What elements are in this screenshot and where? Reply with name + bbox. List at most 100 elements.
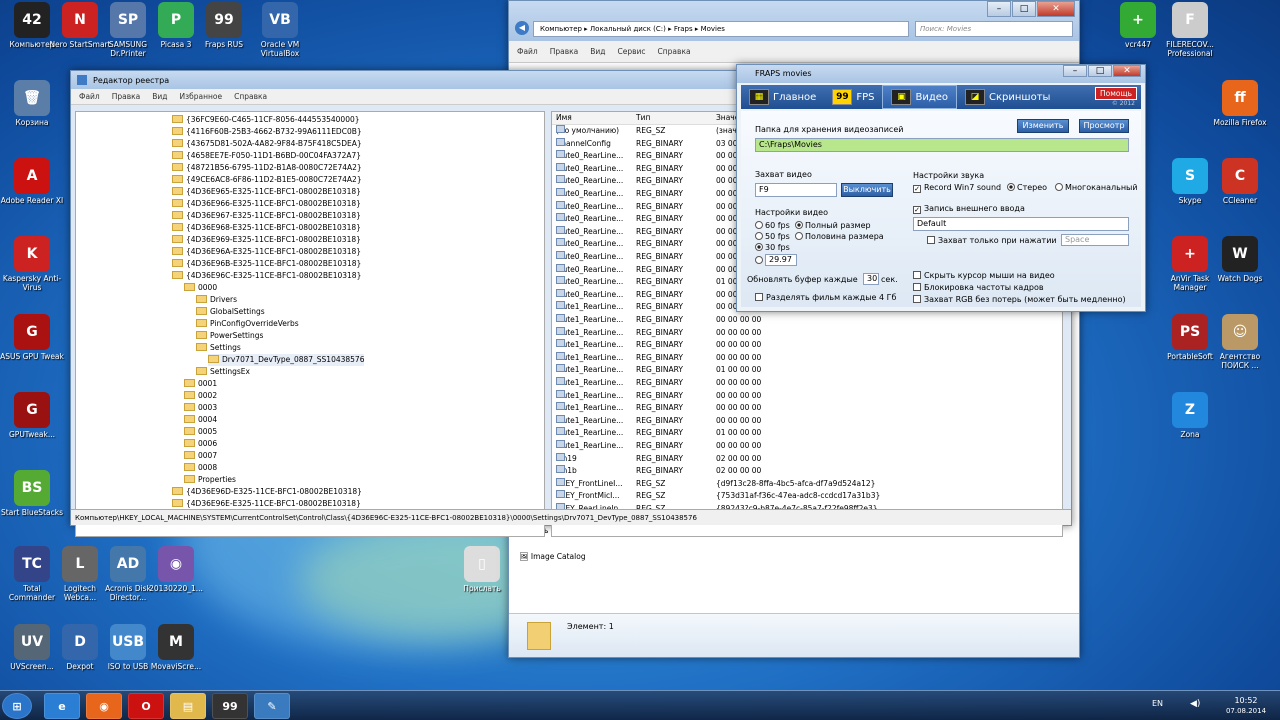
radio-full-size[interactable]: Полный размер [795,221,871,230]
tree-node[interactable]: 0001 [184,378,217,390]
tree-node[interactable]: {43675D81-502A-4A82-9F84-B75F418C5DEA} [172,138,362,150]
taskbar-button[interactable]: ▤ [170,693,206,719]
value-row[interactable]: Mute1_RearLine... REG_BINARY 00 00 00 00 [552,377,1062,390]
tree-node[interactable]: 0000 [184,282,217,294]
tree-node[interactable]: 0004 [184,414,217,426]
value-row[interactable]: Mute1_RearLine... REG_BINARY 00 00 00 00 [552,414,1062,428]
tree-node[interactable]: {4D36E96C-E325-11CE-BFC1-08002BE10318} [172,270,361,282]
value-row[interactable]: Pin19 REG_BINARY 02 00 00 00 [552,452,1062,466]
regedit-menu-item[interactable]: Справка [234,92,267,101]
regedit-menu-item[interactable]: Правка [112,92,141,101]
tree-node[interactable]: {49CE6AC8-6F86-11D2-B1E5-0080C72E74A2} [172,174,362,186]
taskbar-button[interactable]: e [44,693,80,719]
radio-multichannel[interactable]: Многоканальный [1055,183,1138,192]
value-row[interactable]: Mute1_RearLine... REG_BINARY 01 00 00 00 [552,427,1062,440]
desktop-icon-left-5[interactable]: VB Oracle VM VirtualBox [248,2,312,58]
value-row[interactable]: Mute1_RearLine... REG_BINARY 01 00 00 00 [552,364,1062,377]
radio-60fps[interactable]: 60 fps [755,221,790,230]
desktop-icon-left-4[interactable]: 99 Fraps RUS [192,2,256,49]
registry-tree[interactable]: {36FC9E60-C465-11CF-8056-444553540000} {4… [75,111,545,537]
tab-fps[interactable]: 99 FPS [824,85,882,109]
desktop-icon-right-1[interactable]: F FILERECOV... Professional [1158,2,1222,58]
tree-node[interactable]: {4D36E96D-E325-11CE-BFC1-08002BE10318} [172,486,362,498]
change-folder-button[interactable]: Изменить [1017,119,1069,133]
taskbar-button[interactable]: O [128,693,164,719]
value-row[interactable]: Mute1_RearLine... REG_BINARY 00 00 00 00 [552,314,1062,327]
desktop-icon-left-7[interactable]: A Adobe Reader XI [0,158,64,205]
hide-cursor-checkbox[interactable]: Скрыть курсор мыши на видео [913,271,1055,280]
tree-node[interactable]: {4D36E96B-E325-11CE-BFC1-08002BE10318} [172,258,361,270]
regedit-menu-item[interactable]: Вид [152,92,167,101]
value-row[interactable]: Mute1_RearLine... REG_BINARY 00 00 00 00 [552,326,1062,340]
tree-node[interactable]: Properties [184,474,236,486]
tree-node[interactable]: {4D36E968-E325-11CE-BFC1-08002BE10318} [172,222,361,234]
maximize-button[interactable]: □ [1012,1,1036,17]
value-row[interactable]: Mute1_RearLine... REG_BINARY 00 00 00 00 [552,402,1062,415]
tree-node[interactable]: 0006 [184,438,217,450]
tree-node[interactable]: {4D36E96A-E325-11CE-BFC1-08002BE10318} [172,246,361,258]
value-row[interactable]: Pin1b REG_BINARY 02 00 00 00 [552,465,1062,478]
explorer-search-input[interactable]: Поиск: Movies [915,21,1073,37]
tree-node[interactable]: 0007 [184,450,217,462]
radio-stereo[interactable]: Стерео [1007,183,1047,192]
tree-node[interactable]: Drv7071_DevType_0887_SS10438576 [208,354,365,366]
explorer-menu-item[interactable]: Файл [517,47,538,56]
custom-fps-field[interactable]: 29.97 [765,254,797,266]
desktop-icon-left-20[interactable]: ▯ Прислать [450,546,514,593]
view-folder-button[interactable]: Просмотр [1079,119,1129,133]
tree-node[interactable]: {4116F60B-25B3-4662-B732-99A6111EDC0B} [172,126,362,138]
help-button[interactable]: Помощь [1095,87,1137,100]
value-row[interactable]: Mute1_RearLine... REG_BINARY 00 00 00 00 [552,339,1062,352]
desktop-icon-left-8[interactable]: K Kaspersky Anti-Virus [0,236,64,292]
value-row[interactable]: PKEY_FrontMicI... REG_SZ {753d31af-f36c-47… [552,490,1062,503]
hotkey-field[interactable]: F9 [755,183,837,197]
tab-screenshots[interactable]: ◪ Скриншоты [957,85,1058,109]
tree-node[interactable]: GlobalSettings [196,306,265,318]
tree-node[interactable]: {36FC9E60-C465-11CF-8056-444553540000} [172,114,360,126]
buffer-field[interactable]: 30 [863,273,879,285]
tab-video[interactable]: ▣ Видео [882,85,958,109]
tree-node[interactable]: 0003 [184,402,217,414]
column-header-name[interactable]: Имя [556,112,572,125]
desktop-icon-right-4[interactable]: C CCleaner [1208,158,1272,205]
back-arrow-icon[interactable]: ◀ [515,21,529,35]
desktop-icon-right-6[interactable]: W Watch Dogs [1208,236,1272,283]
regedit-menu-item[interactable]: Избранное [180,92,223,101]
folder-path-field[interactable]: C:\Fraps\Movies [755,138,1129,152]
tree-node[interactable]: {4D36E966-E325-11CE-BFC1-08002BE10318} [172,198,361,210]
tree-node[interactable]: Drivers [196,294,237,306]
volume-icon[interactable]: ◀) [1190,699,1200,709]
radio-30fps[interactable]: 30 fps [755,243,790,252]
close-button[interactable]: ✕ [1037,1,1075,17]
tree-node[interactable]: PinConfigOverrideVerbs [196,318,299,330]
tree-node[interactable]: {48721B56-6795-11D2-B1A8-0080C72E74A2} [172,162,362,174]
radio-half-size[interactable]: Половина размера [795,232,884,241]
tree-node[interactable]: {4D36E965-E325-11CE-BFC1-08002BE10318} [172,186,361,198]
nav-item-image-catalog[interactable]: 🖼 Image Catalog [519,552,586,561]
desktop-icon-right-2[interactable]: ff Mozilla Firefox [1208,80,1272,127]
desktop-icon-right-9[interactable]: Z Zona [1158,392,1222,439]
explorer-titlebar[interactable]: ◀ Компьютер ▸ Локальный диск (C:) ▸ Frap… [509,1,1079,41]
desktop-icon-right-8[interactable]: ☺ Агентство ПОИСК ... [1208,314,1272,370]
explorer-menu-item[interactable]: Вид [590,47,605,56]
push-key-field[interactable]: Space [1061,234,1129,246]
column-header-type[interactable]: Тип [636,112,650,125]
split-checkbox[interactable]: Разделять фильм каждые 4 Гб [755,293,896,302]
maximize-button[interactable]: □ [1088,65,1112,77]
fraps-window[interactable]: FRAPS movies – □ ✕ ▦ Главное 99 FPS ▣ Видео ◪… [736,64,1146,312]
start-button[interactable]: ⊞ [2,693,32,719]
value-row[interactable]: Mute1_RearLine... REG_BINARY 00 00 00 00 [552,351,1062,365]
tree-node[interactable]: PowerSettings [196,330,263,342]
input-device-select[interactable]: Default [913,217,1129,231]
desktop-icon-left-15[interactable]: ◉ 20130220_1... [144,546,208,593]
record-win7-checkbox[interactable]: ✓ Record Win7 sound [913,183,1001,193]
explorer-menu-item[interactable]: Справка [658,47,691,56]
desktop-icon-left-19[interactable]: M MovaviScre... [144,624,208,671]
rgb-lossless-checkbox[interactable]: Захват RGB без потерь (может быть медлен… [913,295,1126,304]
taskbar-button[interactable]: 99 [212,693,248,719]
desktop-icon-left-11[interactable]: BS Start BlueStacks [0,470,64,517]
language-indicator[interactable]: EN [1152,699,1163,708]
tree-node[interactable]: SettingsEx [196,366,250,378]
value-row[interactable]: Mute1_RearLine... REG_BINARY 00 00 00 00 [552,389,1062,403]
external-input-checkbox[interactable]: ✓ Запись внешнего ввода [913,204,1025,214]
